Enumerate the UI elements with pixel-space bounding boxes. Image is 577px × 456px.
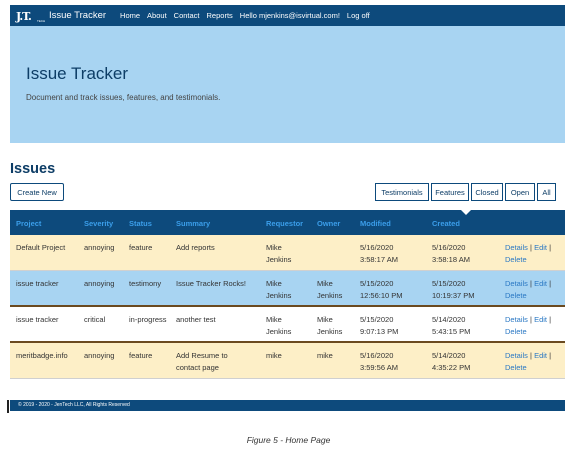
jumbotron: Issue Tracker Document and track issues,… xyxy=(10,26,565,143)
details-link[interactable]: Details xyxy=(505,243,528,252)
figure-caption: Figure 5 - Home Page xyxy=(246,435,331,445)
footer-copyright: © 2019 - 2020 - JenTech LLC, All Rights … xyxy=(18,402,130,408)
cell-created-date: 5/14/2020 xyxy=(432,351,466,360)
header-modified[interactable]: Modified xyxy=(360,219,391,228)
cell-summary: Add Resume to contact page xyxy=(176,351,228,372)
cell-created-time: 10:19:37 PM xyxy=(432,291,475,300)
header-severity[interactable]: Severity xyxy=(84,219,113,228)
cell-severity: critical xyxy=(84,315,106,324)
cell-created-time: 4:35:22 PM xyxy=(432,363,471,372)
row-actions: Details | Edit | Delete xyxy=(505,351,552,372)
cell-owner: Mike Jenkins xyxy=(317,279,343,300)
cell-project: Default Project xyxy=(16,243,66,252)
edit-link[interactable]: Edit xyxy=(534,279,547,288)
logo-sub: TECH xyxy=(37,18,46,23)
cell-requestor: Mike Jenkins xyxy=(266,243,292,264)
cell-modified-time: 12:56:10 PM xyxy=(360,291,403,300)
cell-modified-date: 5/15/2020 xyxy=(360,279,394,288)
delete-link[interactable]: Delete xyxy=(505,255,527,264)
sort-down-icon xyxy=(461,210,471,215)
header-summary[interactable]: Summary xyxy=(176,219,210,228)
jumbotron-subtitle: Document and track issues, features, and… xyxy=(26,93,221,102)
footer: © 2019 - 2020 - JenTech LLC, All Rights … xyxy=(10,400,565,411)
filter-open-button[interactable]: Open xyxy=(505,183,535,201)
cell-status: feature xyxy=(129,243,153,252)
cell-project: meritbadge.info xyxy=(16,351,68,360)
brand-link[interactable]: Issue Tracker xyxy=(49,10,106,21)
cell-requestor: mike xyxy=(266,351,282,360)
cell-modified-date: 5/16/2020 xyxy=(360,351,394,360)
cell-severity: annoying xyxy=(84,243,115,252)
table-row: meritbadge.info annoying feature Add Res… xyxy=(10,343,565,379)
edit-link[interactable]: Edit xyxy=(534,315,547,324)
logo[interactable]: J.T. TECH xyxy=(16,8,46,24)
cell-modified-date: 5/15/2020 xyxy=(360,315,394,324)
cell-status: in-progress xyxy=(129,315,167,324)
table-row: issue tracker critical in-progress anoth… xyxy=(10,307,565,343)
jumbotron-title: Issue Tracker xyxy=(26,64,129,83)
filter-all-button[interactable]: All xyxy=(537,183,556,201)
delete-link[interactable]: Delete xyxy=(505,327,527,336)
header-owner[interactable]: Owner xyxy=(317,219,340,228)
table-header: Project Severity Status Summary Requesto… xyxy=(10,210,565,235)
cell-severity: annoying xyxy=(84,351,115,360)
edit-link[interactable]: Edit xyxy=(534,243,547,252)
cell-owner: Mike Jenkins xyxy=(317,315,343,336)
cell-owner: mike xyxy=(317,351,333,360)
cell-project: issue tracker xyxy=(16,315,59,324)
delete-link[interactable]: Delete xyxy=(505,363,527,372)
nav-contact[interactable]: Contact xyxy=(174,11,200,20)
details-link[interactable]: Details xyxy=(505,351,528,360)
cell-summary: Add reports xyxy=(176,243,215,252)
edit-link[interactable]: Edit xyxy=(534,351,547,360)
cell-requestor: Mike Jenkins xyxy=(266,315,292,336)
filter-closed-button[interactable]: Closed xyxy=(471,183,503,201)
logo-text: J.T. xyxy=(16,9,32,23)
row-actions: Details | Edit | Delete xyxy=(505,243,552,264)
cell-summary: another test xyxy=(176,315,216,324)
cell-modified-time: 3:58:17 AM xyxy=(360,255,398,264)
cell-summary: Issue Tracker Rocks! xyxy=(176,279,247,288)
issues-table: Project Severity Status Summary Requesto… xyxy=(10,210,565,379)
cell-created-date: 5/14/2020 xyxy=(432,315,466,324)
details-link[interactable]: Details xyxy=(505,315,528,324)
cell-modified-time: 9:07:13 PM xyxy=(360,327,399,336)
delete-link[interactable]: Delete xyxy=(505,291,527,300)
row-actions: Details | Edit | Delete xyxy=(505,315,552,336)
cell-status: feature xyxy=(129,351,153,360)
cell-modified-time: 3:59:56 AM xyxy=(360,363,398,372)
nav-links: Home About Contact Reports Hello mjenkin… xyxy=(120,11,377,20)
filter-features-button[interactable]: Features xyxy=(431,183,469,201)
nav-user-greeting[interactable]: Hello mjenkins@isvirtual.com! xyxy=(240,11,340,20)
navbar: J.T. TECH Issue Tracker Home About Conta… xyxy=(10,5,565,26)
nav-home[interactable]: Home xyxy=(120,11,140,20)
footer-marker xyxy=(7,400,9,413)
create-new-button[interactable]: Create New xyxy=(10,183,64,201)
header-created[interactable]: Created xyxy=(432,219,460,228)
nav-log-off[interactable]: Log off xyxy=(347,11,370,20)
table-row: Default Project annoying feature Add rep… xyxy=(10,235,565,271)
row-actions: Details | Edit | Delete xyxy=(505,279,552,300)
details-link[interactable]: Details xyxy=(505,279,528,288)
cell-modified-date: 5/16/2020 xyxy=(360,243,394,252)
header-status[interactable]: Status xyxy=(129,219,152,228)
cell-created-time: 3:58:18 AM xyxy=(432,255,470,264)
table-row: issue tracker annoying testimony Issue T… xyxy=(10,271,565,307)
nav-about[interactable]: About xyxy=(147,11,167,20)
cell-created-date: 5/16/2020 xyxy=(432,243,466,252)
header-project[interactable]: Project xyxy=(16,219,41,228)
filter-buttons: Testimonials Features Closed Open All xyxy=(375,183,558,201)
cell-requestor: Mike Jenkins xyxy=(266,279,292,300)
cell-created-time: 5:43:15 PM xyxy=(432,327,471,336)
cell-status: testimony xyxy=(129,279,162,288)
page-title: Issues xyxy=(10,161,56,177)
screenshot: J.T. TECH Issue Tracker Home About Conta… xyxy=(0,0,577,456)
cell-created-date: 5/15/2020 xyxy=(432,279,466,288)
filter-testimonials-button[interactable]: Testimonials xyxy=(375,183,429,201)
cell-project: issue tracker xyxy=(16,279,59,288)
cell-severity: annoying xyxy=(84,279,115,288)
nav-reports[interactable]: Reports xyxy=(207,11,233,20)
header-requestor[interactable]: Requestor xyxy=(266,219,303,228)
